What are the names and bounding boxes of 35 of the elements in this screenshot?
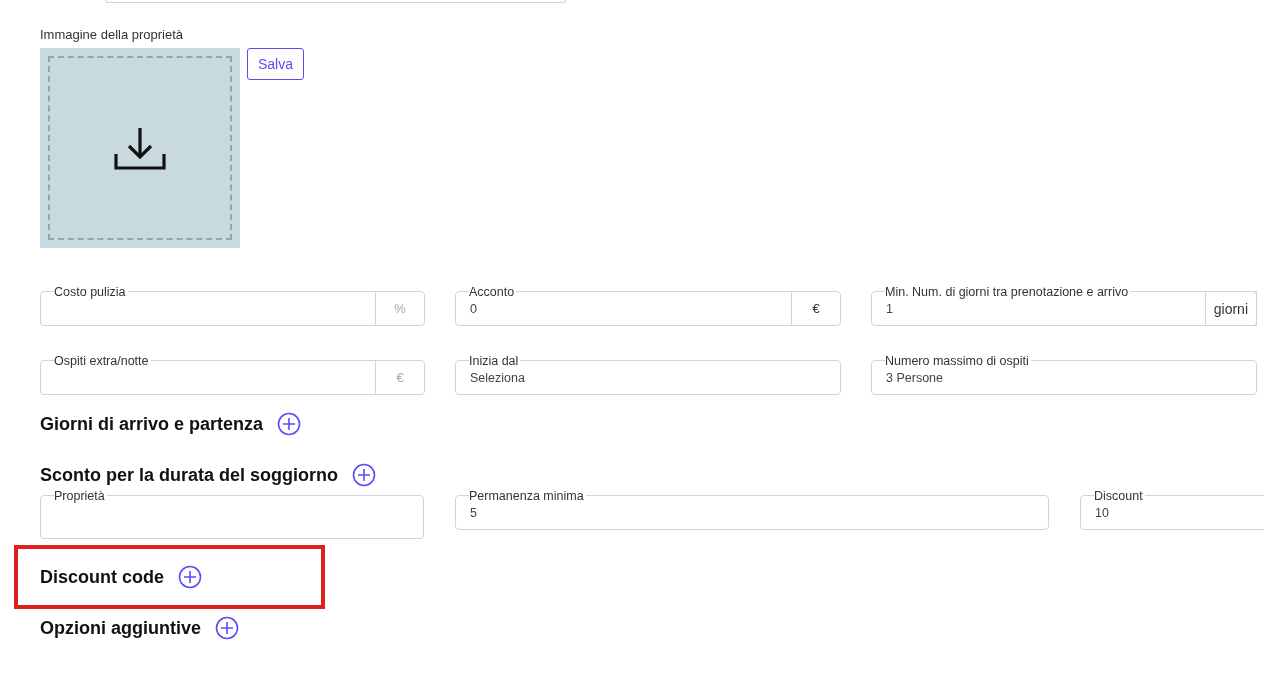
input-field[interactable]	[105, 0, 566, 3]
download-icon	[114, 126, 166, 170]
add-button[interactable]	[352, 463, 377, 487]
field-label: Immagine della proprietà	[40, 27, 185, 42]
field-label: Permanenza minima	[469, 489, 586, 503]
field-label: Numero massimo di ospiti	[885, 354, 1031, 368]
field-value: 10	[1095, 506, 1109, 520]
field-label: Min. Num. di giorni tra prenotazione e arrivo	[885, 285, 1131, 299]
field-label: Discount	[1094, 489, 1145, 503]
field-value: Seleziona	[470, 371, 525, 385]
add-icon	[277, 412, 302, 436]
field-value: 3 Persone	[886, 371, 943, 385]
unit-label: €	[375, 361, 424, 394]
unit-label: %	[375, 292, 424, 325]
field-label: Acconto	[469, 285, 517, 299]
save-button[interactable]: Salva	[247, 48, 305, 80]
field-label: Ospiti extra/notte	[54, 354, 151, 368]
add-button[interactable]	[277, 412, 302, 436]
section-title: Giorni di arrivo e partenza	[40, 413, 264, 435]
unit-label: €	[791, 292, 840, 325]
add-button[interactable]	[178, 565, 202, 589]
field-label: Inizia dal	[469, 354, 521, 368]
section-title: Opzioni aggiuntive	[40, 617, 201, 639]
field-label: Proprietà	[54, 489, 107, 503]
section-title: Sconto per la durata del soggiorno	[40, 464, 339, 486]
field-value: 1	[886, 302, 893, 316]
add-icon	[178, 565, 202, 589]
add-icon	[215, 616, 239, 640]
unit-label: giorni	[1204, 291, 1257, 326]
field-label: Costo pulizia	[54, 285, 128, 299]
add-button[interactable]	[215, 616, 239, 640]
section-title: Discount code	[40, 566, 164, 588]
field-value: 0	[470, 302, 477, 316]
field-value: 5	[470, 506, 477, 520]
add-icon	[352, 463, 377, 487]
